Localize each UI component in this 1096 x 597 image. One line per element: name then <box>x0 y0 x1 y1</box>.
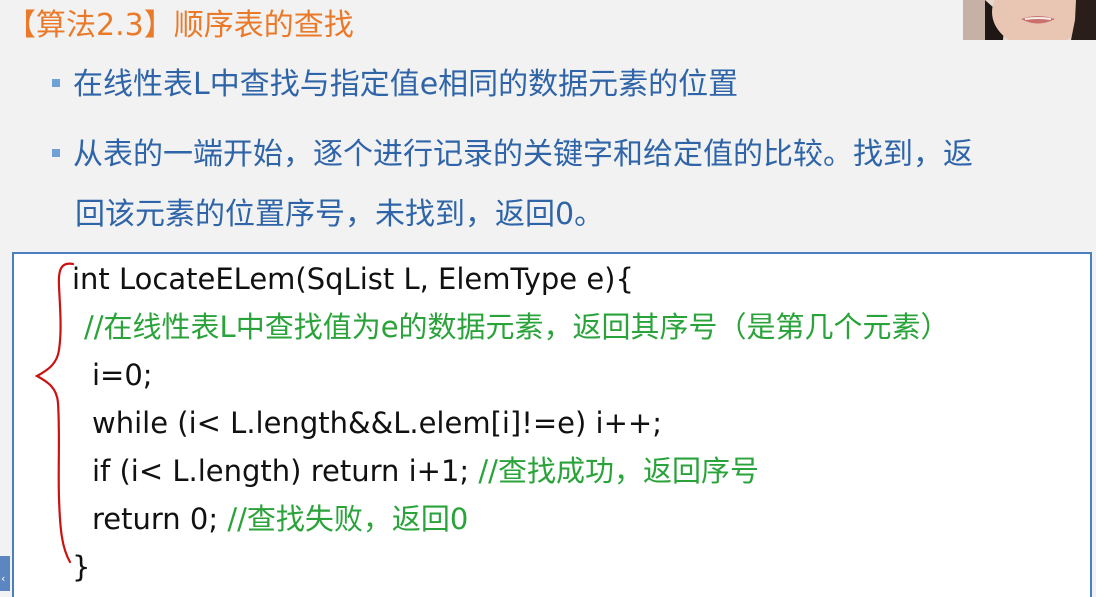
code-line-4: while (i< L.length&&L.elem[i]!=e) i++; <box>92 406 662 440</box>
code-comment-line-2: //在线性表L中查找值为e的数据元素，返回其序号（是第几个元素） <box>84 310 950 344</box>
bullet-item-2: 从表的一端开始，逐个进行记录的关键字和给定值的比较。找到，返 <box>52 126 973 184</box>
code-line-6-statement: return 0; <box>92 502 228 536</box>
presenter-webcam <box>963 0 1096 40</box>
code-line-5-statement: if (i< L.length) return i+1; <box>92 454 479 488</box>
code-line-6-comment: //查找失败，返回0 <box>227 502 469 536</box>
square-bullet-icon <box>52 148 60 157</box>
square-bullet-icon <box>52 78 60 87</box>
bullet-text-1: 在线性表L中查找与指定值e相同的数据元素的位置 <box>73 67 739 102</box>
code-line-5: if (i< L.length) return i+1; //查找成功，返回序号 <box>92 447 759 495</box>
chevron-left-icon[interactable]: ‹ <box>1 572 5 586</box>
slide: 【算法2.3】顺序表的查找 在线性表L中查找与指定值e相同的数据元素的位置 从表… <box>0 0 1096 597</box>
bullet-text-2-continuation: 回该元素的位置序号，未找到，返回0。 <box>75 197 605 232</box>
slide-title: 【算法2.3】顺序表的查找 <box>6 8 354 43</box>
code-line-5-comment: //查找成功，返回序号 <box>478 454 759 488</box>
code-line-7: } <box>72 550 91 584</box>
code-line-1: int LocateELem(SqList L, ElemType e){ <box>72 262 634 296</box>
bullet-text-2: 从表的一端开始，逐个进行记录的关键字和给定值的比较。找到，返 <box>73 137 973 172</box>
hand-drawn-brace-icon <box>34 262 75 564</box>
code-line-3: i=0; <box>92 358 153 392</box>
bullet-item-1: 在线性表L中查找与指定值e相同的数据元素的位置 <box>52 56 738 114</box>
code-line-6: return 0; //查找失败，返回0 <box>92 495 468 543</box>
presenter-face-icon <box>963 0 1096 40</box>
